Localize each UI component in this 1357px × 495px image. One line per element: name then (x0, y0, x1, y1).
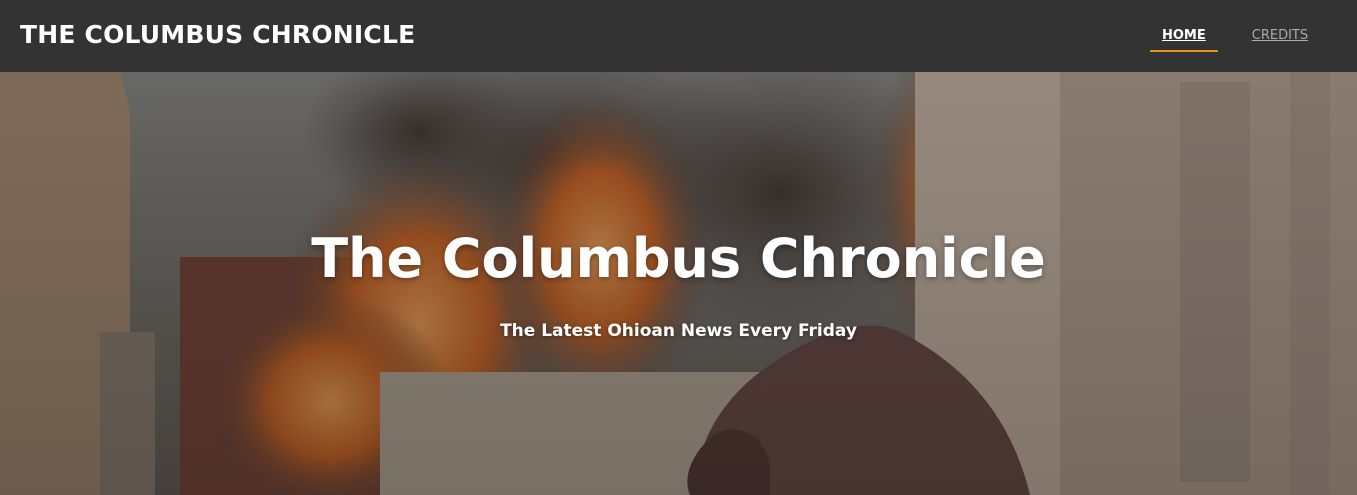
nav-credits-link[interactable]: CREDITS (1240, 22, 1320, 52)
hero-banner: The Columbus Chronicle The Latest Ohioan… (0, 72, 1357, 495)
nav-home-link[interactable]: HOME (1150, 22, 1218, 52)
site-brand[interactable]: THE COLUMBUS CHRONICLE (20, 19, 415, 51)
main-nav: HOME CREDITS (1150, 22, 1320, 52)
top-navbar: THE COLUMBUS CHRONICLE HOME CREDITS (0, 0, 1357, 72)
hero-subtitle: The Latest Ohioan News Every Friday (500, 321, 857, 341)
hero-title: The Columbus Chronicle (311, 227, 1046, 290)
